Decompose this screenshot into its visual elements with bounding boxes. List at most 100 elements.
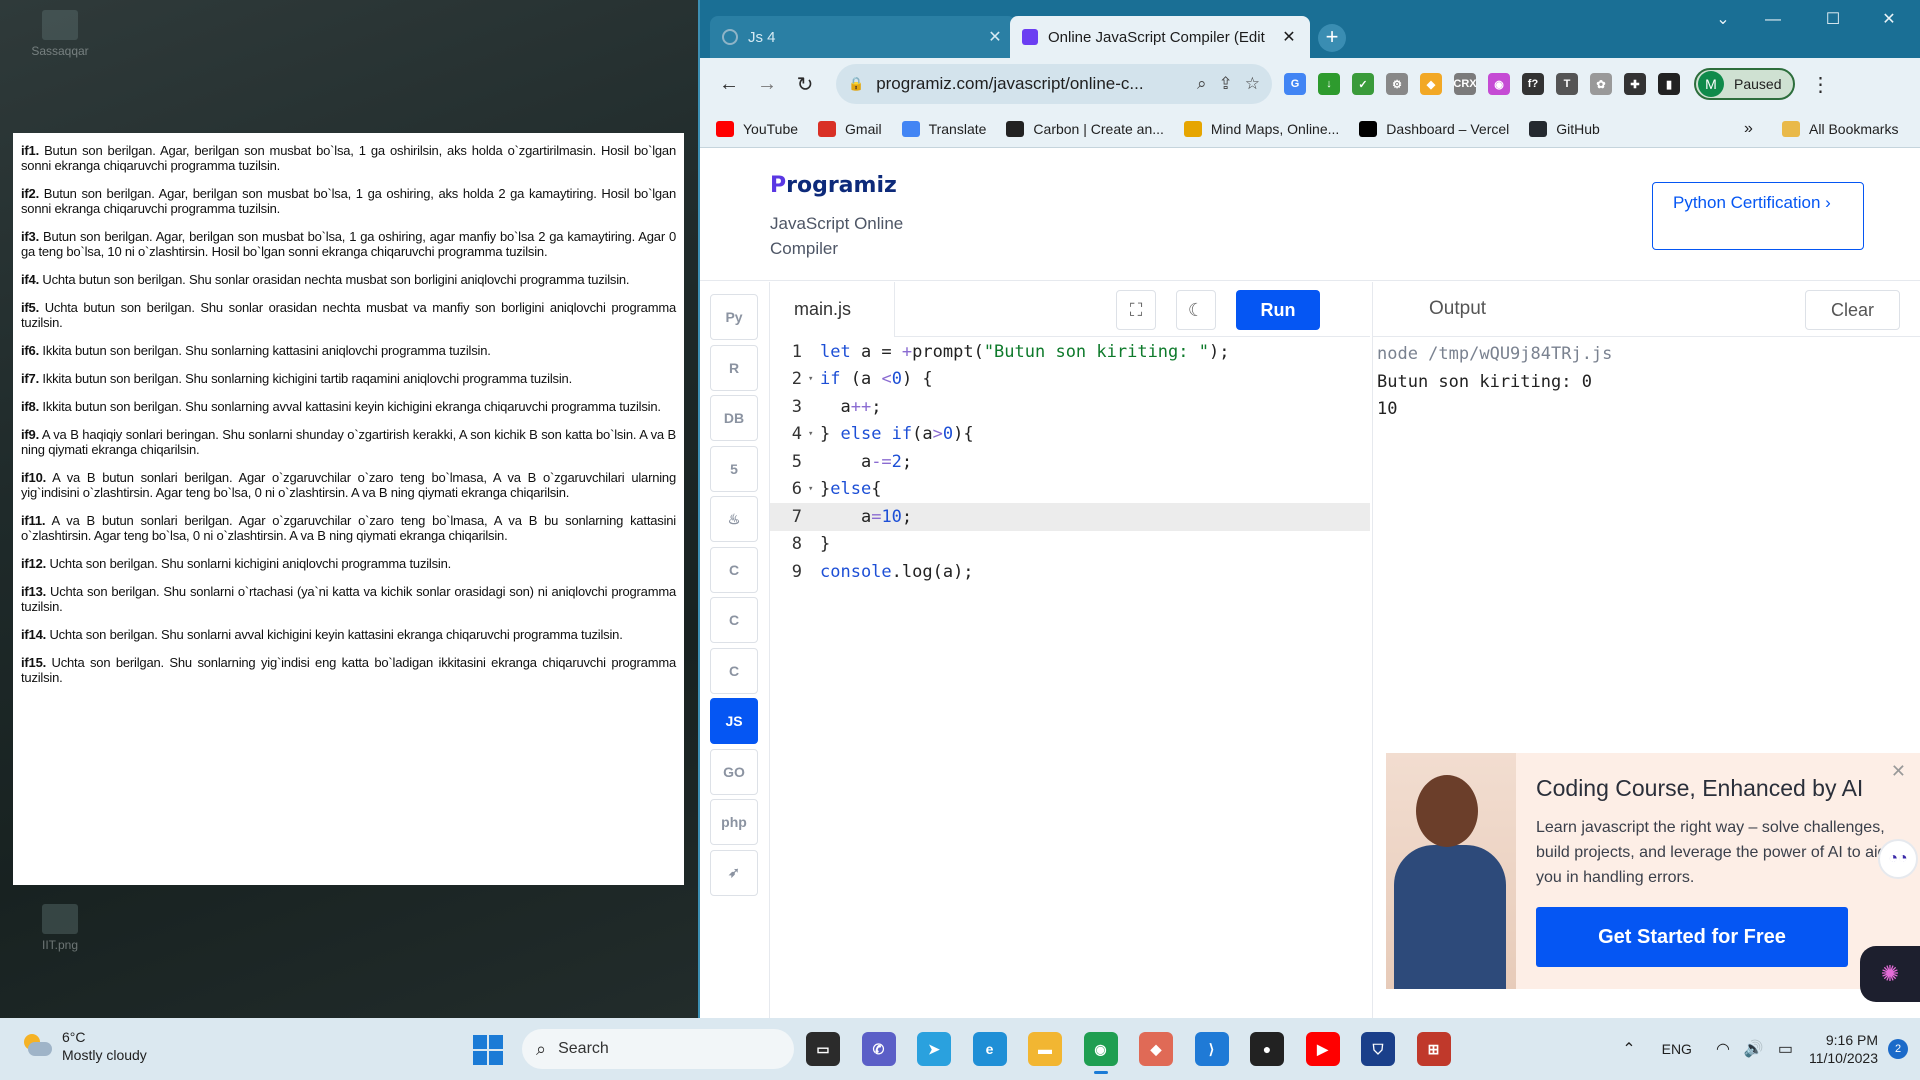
programiz-logo[interactable]: Programiz <box>770 173 897 198</box>
r-lang-icon[interactable]: R <box>710 344 758 391</box>
edge-icon[interactable]: e <box>972 1032 1007 1066</box>
reload-icon[interactable]: ↻ <box>788 67 822 101</box>
shield-extension-icon[interactable]: ◆ <box>1420 73 1442 95</box>
clock[interactable]: 9:16 PM 11/10/2023 <box>1809 1031 1878 1067</box>
new-tab-button[interactable]: + <box>1318 24 1346 52</box>
colorful-extension-icon[interactable]: ◉ <box>1488 73 1510 95</box>
php-lang-icon[interactable]: php <box>710 799 758 845</box>
cpp-lang-icon[interactable]: C <box>710 597 758 643</box>
photos-icon[interactable]: ◆ <box>1139 1032 1173 1066</box>
fullscreen-icon[interactable]: ⛶ <box>1116 290 1156 330</box>
chrome-icon[interactable]: ◉ <box>1083 1032 1118 1074</box>
input-language[interactable]: ENG <box>1662 1041 1692 1057</box>
wifi-icon[interactable]: ◠ <box>1716 1039 1730 1059</box>
gear-extension-icon[interactable]: ⚙ <box>1386 73 1408 95</box>
ai-brain-icon[interactable]: ✺ <box>1860 946 1920 1002</box>
address-bar[interactable]: 🔒 programiz.com/javascript/online-c... ⌕… <box>836 64 1272 104</box>
function-icon[interactable]: f? <box>1522 73 1544 95</box>
share-icon[interactable]: ⇪ <box>1219 74 1233 94</box>
windows-start-icon[interactable] <box>473 1035 503 1065</box>
code-line[interactable]: 5 a-=2; <box>770 448 1370 476</box>
url-text[interactable]: programiz.com/javascript/online-c... <box>876 74 1185 94</box>
code-line[interactable]: 9 console.log(a); <box>770 558 1370 586</box>
java-lang-icon[interactable]: ♨ <box>710 496 758 542</box>
desktop-icon-iit-png[interactable]: IIT.png <box>20 904 100 952</box>
obs-icon[interactable]: ● <box>1250 1032 1284 1066</box>
vscode-icon[interactable]: ⟩ <box>1194 1032 1229 1066</box>
code-line[interactable]: 6 ▾}else{ <box>770 476 1370 504</box>
code-line[interactable]: 3 a++; <box>770 393 1370 421</box>
bookmark-item[interactable]: Gmail <box>818 120 882 137</box>
youtube-icon[interactable]: ▶ <box>1305 1032 1340 1066</box>
swift-lang-icon[interactable]: ➶ <box>710 849 758 896</box>
fold-arrow-icon[interactable]: ▾ <box>808 374 820 384</box>
js-lang-icon[interactable]: JS <box>710 698 758 744</box>
chatbot-icon[interactable]: ◔◔ <box>1878 839 1918 879</box>
taskbar-search[interactable]: ⌕ Search <box>522 1029 794 1069</box>
flag-app-icon[interactable]: ⊞ <box>1416 1032 1451 1066</box>
bookmark-item[interactable]: YouTube <box>716 120 798 137</box>
bookmark-item[interactable]: Carbon | Create an... <box>1006 120 1164 137</box>
kebab-menu-icon[interactable]: ⋮ <box>1803 67 1837 101</box>
file-tab-main-js[interactable]: main.js <box>770 282 895 337</box>
weather-widget[interactable]: 6°C Mostly cloudy <box>20 1028 147 1064</box>
download-arrow-icon[interactable]: ↓ <box>1318 73 1340 95</box>
go-lang-icon[interactable]: GO <box>710 748 758 795</box>
bookmark-item[interactable]: Translate <box>901 120 986 137</box>
google-translate-icon[interactable]: G <box>1284 73 1306 95</box>
code-line[interactable]: 4 ▾} else if(a>0){ <box>770 421 1370 449</box>
all-bookmarks-button[interactable]: All Bookmarks <box>1782 120 1898 137</box>
run-button[interactable]: Run <box>1236 290 1320 330</box>
volume-icon[interactable]: 🔊 <box>1744 1039 1764 1059</box>
fold-arrow-icon[interactable]: ▾ <box>808 484 820 494</box>
python-certification-button[interactable]: Python Certification › <box>1652 182 1864 250</box>
bookmark-item[interactable]: Mind Maps, Online... <box>1183 120 1339 137</box>
c-lang-icon[interactable]: C <box>710 546 758 593</box>
html-lang-icon[interactable]: 5 <box>710 445 758 492</box>
vpn-shield-icon[interactable]: ⛉ <box>1361 1032 1395 1066</box>
ad-close-icon[interactable]: ✕ <box>1891 761 1906 782</box>
profile-button[interactable]: M Paused <box>1694 68 1796 100</box>
notification-badge[interactable]: 2 <box>1888 1039 1908 1059</box>
file-explorer-icon[interactable]: ▬ <box>1028 1032 1062 1066</box>
tab-programiz[interactable]: Online JavaScript Compiler (Edit ✕ <box>1010 16 1310 58</box>
code-line[interactable]: 2 ▾ if (a <0) { <box>770 366 1370 394</box>
fold-arrow-icon[interactable]: ▾ <box>808 429 820 439</box>
sql-lang-icon[interactable]: DB <box>710 395 758 441</box>
task-view-icon[interactable]: ▭ <box>806 1032 840 1066</box>
bookmark-item[interactable]: Dashboard – Vercel <box>1359 120 1509 137</box>
code-editor[interactable]: 1 let a = +prompt("Butun son kiriting: ")… <box>770 338 1370 1018</box>
maximize-button[interactable]: ☐ <box>1810 6 1856 34</box>
tab-search-chevron-icon[interactable]: ⌄ <box>1700 6 1746 34</box>
tray-overflow-chevron-icon[interactable]: ⌃ <box>1622 1039 1635 1059</box>
bookmarks-overflow-chevron-icon[interactable]: » <box>1744 120 1753 138</box>
desktop-icon-sassaqqar[interactable]: Sassaqqar <box>20 10 100 58</box>
minimize-button[interactable]: — <box>1750 6 1796 34</box>
forward-arrow-icon[interactable]: → <box>750 67 784 101</box>
clear-button[interactable]: Clear <box>1805 290 1900 330</box>
puzzle-icon[interactable]: ✚ <box>1624 73 1646 95</box>
close-window-button[interactable]: ✕ <box>1866 6 1912 34</box>
text-tool-icon[interactable]: T <box>1556 73 1578 95</box>
code-line[interactable]: 1 let a = +prompt("Butun son kiriting: ")… <box>770 338 1370 366</box>
bookmark-star-icon[interactable]: ☆ <box>1245 74 1260 94</box>
bookmark-item[interactable]: GitHub <box>1529 120 1600 137</box>
tab-close-icon[interactable]: ✕ <box>986 27 1004 47</box>
battery-icon[interactable]: ▭ <box>1778 1039 1793 1059</box>
output-console[interactable]: node /tmp/wQU9j84TRj.js Butun son kiritin… <box>1373 337 1920 428</box>
checkmark-extension-icon[interactable]: ✓ <box>1352 73 1374 95</box>
code-line[interactable]: 8} <box>770 531 1370 559</box>
get-started-button[interactable]: Get Started for Free <box>1536 907 1848 967</box>
sidebar-icon[interactable]: ▮ <box>1658 73 1680 95</box>
python-lang-icon[interactable]: Py <box>710 294 758 340</box>
tab-close-icon[interactable]: ✕ <box>1280 27 1298 47</box>
telegram-icon[interactable]: ➤ <box>917 1032 951 1066</box>
back-arrow-icon[interactable]: ← <box>712 67 746 101</box>
csharp-lang-icon[interactable]: C <box>710 647 758 694</box>
tab-js4[interactable]: Js 4 ✕ <box>710 16 1016 58</box>
search-zoom-icon[interactable]: ⌕ <box>1197 74 1207 94</box>
gear-alt-icon[interactable]: ✿ <box>1590 73 1612 95</box>
code-line[interactable]: 7 a=10; <box>770 503 1370 531</box>
crx-icon[interactable]: CRX <box>1453 73 1477 95</box>
teams-chat-icon[interactable]: ✆ <box>861 1032 896 1066</box>
